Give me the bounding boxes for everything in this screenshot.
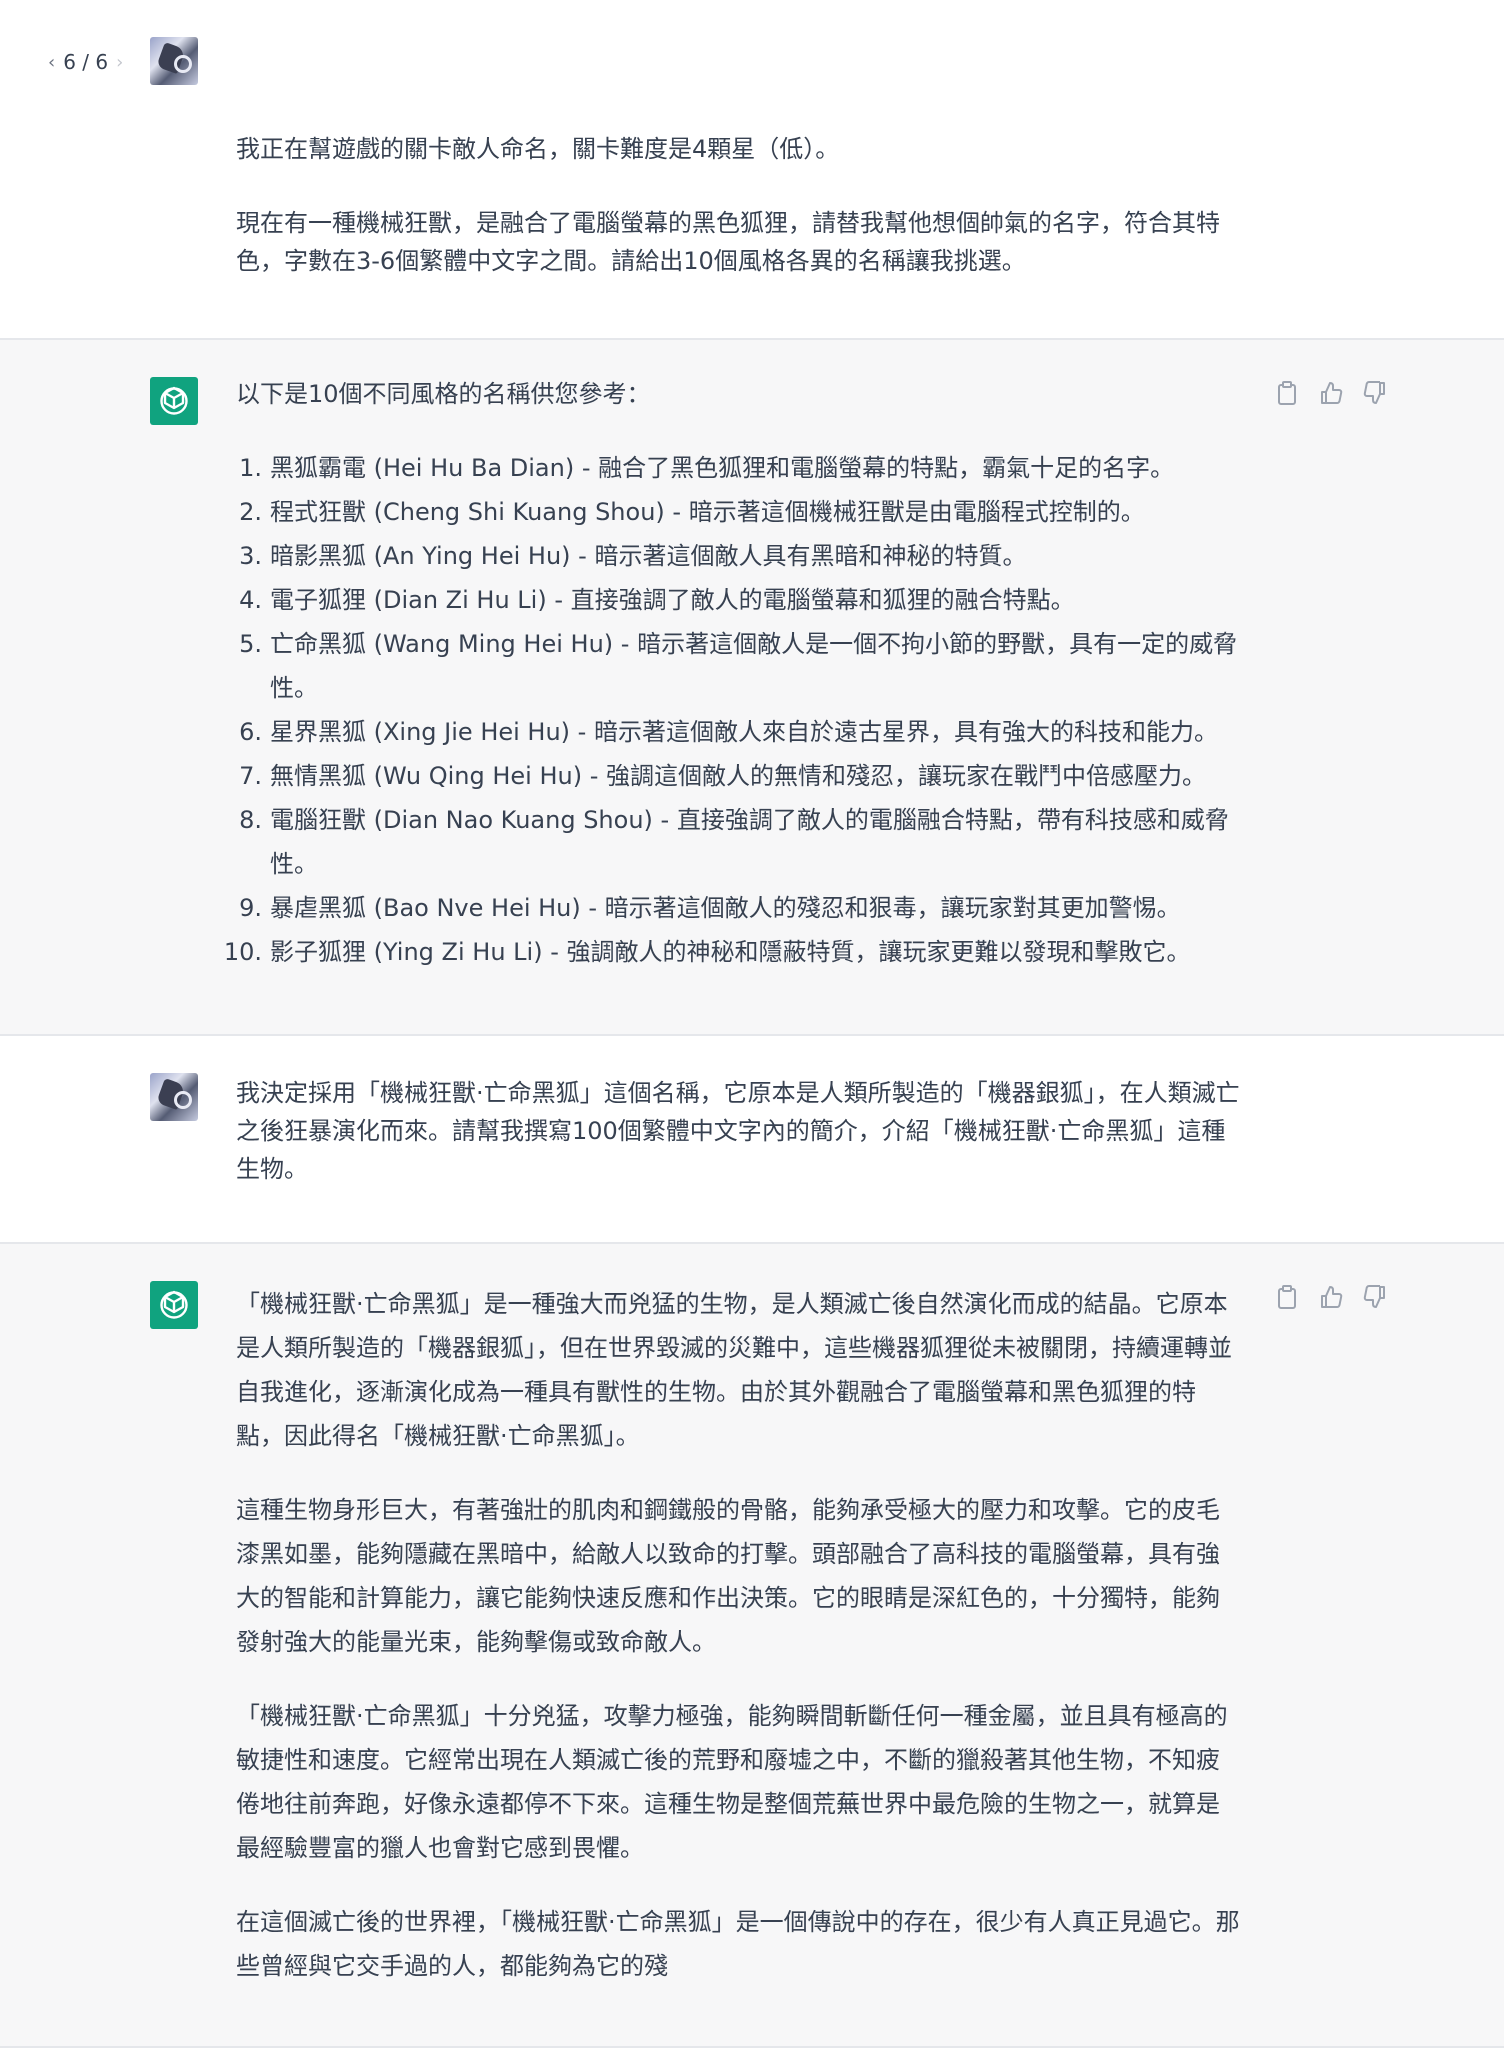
user-avatar-icon	[150, 1073, 198, 1121]
list-item: 9. 暴虐黑狐 (Bao Nve Hei Hu) - 暗示著這個敵人的殘忍和狠毒，…	[236, 886, 1242, 930]
list-item-text: 暗影黑狐 (An Ying Hei Hu) - 暗示著這個敵人具有黑暗和神秘的特…	[270, 542, 1027, 570]
list-item-number: 7.	[239, 762, 262, 790]
name-list: 1. 黑狐霸電 (Hei Hu Ba Dian) - 融合了黑色狐狸和電腦螢幕的特…	[224, 446, 1242, 974]
assistant-paragraph: 「機械狂獸·亡命黑狐」十分兇猛，攻擊力極強，能夠瞬間斬斷任何一種金屬，並且具有極…	[236, 1702, 1228, 1862]
list-item-text: 程式狂獸 (Cheng Shi Kuang Shou) - 暗示著這個機械狂獸是…	[270, 498, 1145, 526]
user-paragraph: 現在有一種機械狂獸，是融合了電腦螢幕的黑色狐狸，請替我幫他想個帥氣的名字，符合其…	[236, 209, 1220, 275]
assistant-intro: 以下是10個不同風格的名稱供您參考：	[236, 380, 651, 408]
message-actions	[1274, 1284, 1388, 1310]
list-item: 1. 黑狐霸電 (Hei Hu Ba Dian) - 融合了黑色狐狸和電腦螢幕的特…	[236, 446, 1242, 490]
chevron-left-icon[interactable]: ‹	[48, 52, 55, 73]
user-message-text: 我決定採用「機械狂獸·亡命黑狐」這個名稱，它原本是人類所製造的「機器銀狐」，在人…	[236, 1074, 1242, 1188]
list-item-number: 9.	[239, 894, 262, 922]
pager-label: 6 / 6	[63, 50, 109, 74]
openai-logo-icon	[150, 1281, 198, 1329]
list-item: 8. 電腦狂獸 (Dian Nao Kuang Shou) - 直接強調了敵人的電…	[236, 798, 1242, 886]
list-item-text: 星界黑狐 (Xing Jie Hei Hu) - 暗示著這個敵人來自於遠古星界，…	[270, 718, 1218, 746]
user-avatar-icon	[150, 37, 198, 85]
list-item-text: 無情黑狐 (Wu Qing Hei Hu) - 強調這個敵人的無情和殘忍，讓玩家…	[270, 762, 1206, 790]
assistant-paragraph: 「機械狂獸·亡命黑狐」是一種強大而兇猛的生物，是人類滅亡後自然演化而成的結晶。它…	[236, 1290, 1232, 1450]
list-item-text: 影子狐狸 (Ying Zi Hu Li) - 強調敵人的神秘和隱蔽特質，讓玩家更…	[270, 938, 1191, 966]
list-item-text: 黑狐霸電 (Hei Hu Ba Dian) - 融合了黑色狐狸和電腦螢幕的特點，…	[270, 454, 1175, 482]
assistant-message-text: 以下是10個不同風格的名稱供您參考： 1. 黑狐霸電 (Hei Hu Ba Dia…	[224, 372, 1242, 974]
list-item: 5. 亡命黑狐 (Wang Ming Hei Hu) - 暗示著這個敵人是一個不拘…	[236, 622, 1242, 710]
assistant-message-2: 「機械狂獸·亡命黑狐」是一種強大而兇猛的生物，是人類滅亡後自然演化而成的結晶。它…	[0, 1244, 1504, 2048]
message-pager: ‹ 6 / 6 ›	[48, 50, 123, 74]
clipboard-icon[interactable]	[1274, 1284, 1300, 1310]
assistant-paragraph: 這種生物身形巨大，有著強壯的肌肉和鋼鐵般的骨骼，能夠承受極大的壓力和攻擊。它的皮…	[236, 1496, 1220, 1656]
user-message-1: ‹ 6 / 6 › 我正在幫遊戲的關卡敵人命名，關卡難度是4顆星（低）。 現在有…	[0, 0, 1504, 340]
list-item: 6. 星界黑狐 (Xing Jie Hei Hu) - 暗示著這個敵人來自於遠古星…	[236, 710, 1242, 754]
list-item-number: 10.	[223, 938, 262, 966]
chevron-right-icon[interactable]: ›	[116, 52, 123, 73]
message-actions	[1274, 380, 1388, 406]
clipboard-icon[interactable]	[1274, 380, 1300, 406]
list-item-number: 8.	[239, 806, 262, 834]
user-message-2: 我決定採用「機械狂獸·亡命黑狐」這個名稱，它原本是人類所製造的「機器銀狐」，在人…	[0, 1036, 1504, 1244]
list-item-text: 亡命黑狐 (Wang Ming Hei Hu) - 暗示著這個敵人是一個不拘小節…	[270, 630, 1238, 702]
list-item-number: 3.	[239, 542, 262, 570]
list-item: 3. 暗影黑狐 (An Ying Hei Hu) - 暗示著這個敵人具有黑暗和神秘…	[236, 534, 1242, 578]
assistant-message-1: 以下是10個不同風格的名稱供您參考： 1. 黑狐霸電 (Hei Hu Ba Dia…	[0, 340, 1504, 1036]
list-item-text: 電腦狂獸 (Dian Nao Kuang Shou) - 直接強調了敵人的電腦融…	[270, 806, 1229, 878]
list-item: 2. 程式狂獸 (Cheng Shi Kuang Shou) - 暗示著這個機械狂…	[236, 490, 1242, 534]
list-item-number: 4.	[239, 586, 262, 614]
assistant-message-text: 「機械狂獸·亡命黑狐」是一種強大而兇猛的生物，是人類滅亡後自然演化而成的結晶。它…	[236, 1282, 1242, 1988]
list-item-text: 暴虐黑狐 (Bao Nve Hei Hu) - 暗示著這個敵人的殘忍和狠毒，讓玩…	[270, 894, 1181, 922]
list-item-number: 1.	[239, 454, 262, 482]
list-item-number: 6.	[239, 718, 262, 746]
list-item: 4. 電子狐狸 (Dian Zi Hu Li) - 直接強調了敵人的電腦螢幕和狐狸…	[236, 578, 1242, 622]
openai-logo-icon	[150, 377, 198, 425]
user-message-text: 我正在幫遊戲的關卡敵人命名，關卡難度是4顆星（低）。 現在有一種機械狂獸，是融合…	[236, 130, 1242, 280]
thumbs-down-icon[interactable]	[1362, 1284, 1388, 1310]
list-item-number: 2.	[239, 498, 262, 526]
thumbs-down-icon[interactable]	[1362, 380, 1388, 406]
list-item: 10. 影子狐狸 (Ying Zi Hu Li) - 強調敵人的神秘和隱蔽特質，讓…	[224, 930, 1242, 974]
list-item-text: 電子狐狸 (Dian Zi Hu Li) - 直接強調了敵人的電腦螢幕和狐狸的融…	[270, 586, 1075, 614]
list-item: 7. 無情黑狐 (Wu Qing Hei Hu) - 強調這個敵人的無情和殘忍，讓…	[236, 754, 1242, 798]
list-item-number: 5.	[239, 630, 262, 658]
user-paragraph: 我決定採用「機械狂獸·亡命黑狐」這個名稱，它原本是人類所製造的「機器銀狐」，在人…	[236, 1079, 1240, 1183]
assistant-paragraph: 在這個滅亡後的世界裡，「機械狂獸·亡命黑狐」是一個傳說中的存在，很少有人真正見過…	[236, 1908, 1240, 1980]
thumbs-up-icon[interactable]	[1318, 1284, 1344, 1310]
user-paragraph: 我正在幫遊戲的關卡敵人命名，關卡難度是4顆星（低）。	[236, 135, 840, 163]
thumbs-up-icon[interactable]	[1318, 380, 1344, 406]
